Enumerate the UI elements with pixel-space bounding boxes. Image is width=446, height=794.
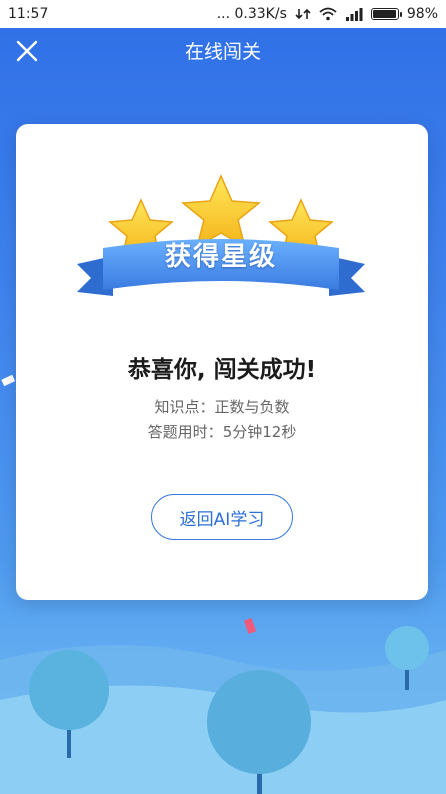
knowledge-point-label: 知识点： bbox=[154, 398, 215, 416]
network-speed: ... 0.33K/s bbox=[216, 6, 287, 22]
battery-icon bbox=[370, 8, 402, 20]
star-badge: 获得星级 bbox=[73, 172, 369, 312]
status-indicators: ... 0.33K/s 98% bbox=[217, 6, 438, 22]
knowledge-point-value: 正数与负数 bbox=[214, 398, 290, 416]
page-title: 在线闯关 bbox=[184, 40, 261, 63]
wifi-icon bbox=[319, 7, 337, 21]
status-time: 11:57 bbox=[8, 6, 49, 22]
close-icon[interactable] bbox=[14, 38, 40, 64]
landscape-decoration bbox=[0, 626, 446, 794]
result-card: 获得星级 恭喜你, 闯关成功! 知识点：正数与负数 答题用时：5分钟12秒 返回… bbox=[16, 124, 428, 600]
badge-label: 获得星级 bbox=[164, 242, 277, 272]
signal-icon bbox=[345, 8, 363, 21]
battery-percent: 98% bbox=[406, 6, 438, 22]
success-headline: 恭喜你, 闯关成功! bbox=[127, 357, 317, 383]
header: 在线闯关 bbox=[0, 28, 446, 72]
time-used-label: 答题用时： bbox=[147, 423, 223, 441]
knowledge-point-row: 知识点：正数与负数 bbox=[16, 396, 428, 417]
return-ai-learning-button[interactable]: 返回AI学习 bbox=[151, 494, 293, 540]
data-transfer-icon bbox=[295, 8, 311, 20]
time-used-value: 5分钟12秒 bbox=[222, 423, 297, 441]
status-bar: 11:57 ... 0.33K/s 98% bbox=[0, 0, 446, 28]
time-used-row: 答题用时：5分钟12秒 bbox=[16, 421, 428, 442]
